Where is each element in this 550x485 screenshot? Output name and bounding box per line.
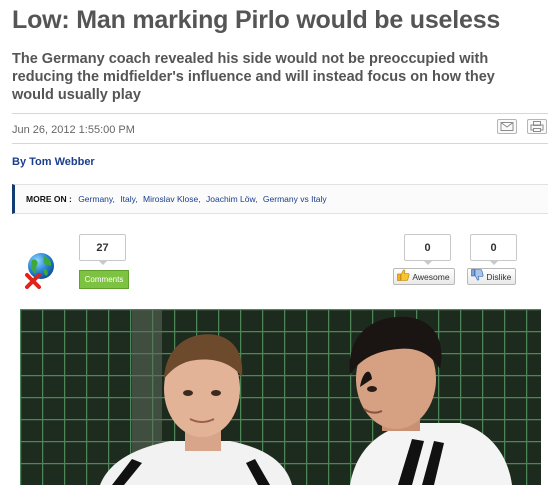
- tag-link-italy[interactable]: Italy: [120, 194, 135, 204]
- awesome-count: 0: [404, 234, 451, 265]
- envelope-icon[interactable]: [497, 119, 517, 134]
- tag-link-miroslav-klose[interactable]: Miroslav Klose: [143, 194, 198, 204]
- article-standfirst: The Germany coach revealed his side woul…: [12, 51, 495, 103]
- more-on-bar: MORE ON : Germany, Italy, Miroslav Klose…: [12, 184, 548, 214]
- article-byline[interactable]: By Tom Webber: [12, 156, 95, 168]
- awesome-label: Awesome: [412, 272, 450, 282]
- article-date: Jun 26, 2012 1:55:00 PM: [12, 124, 135, 136]
- tag-link-germany-vs-italy[interactable]: Germany vs Italy: [263, 194, 327, 204]
- dislike-label: Dislike: [486, 272, 512, 282]
- awesome-button[interactable]: Awesome: [393, 268, 455, 285]
- more-on-label: MORE ON :: [26, 194, 72, 204]
- divider: [12, 143, 548, 144]
- thumbs-down-icon: [471, 269, 484, 286]
- dislike-count: 0: [470, 234, 517, 265]
- printer-icon[interactable]: [527, 119, 547, 134]
- dislike-button[interactable]: Dislike: [467, 268, 517, 286]
- divider: [12, 113, 548, 114]
- tag-link-germany[interactable]: Germany: [78, 194, 112, 204]
- comments-button[interactable]: Comments: [79, 270, 129, 289]
- globe-share-icon[interactable]: [24, 251, 56, 289]
- article-headline: Low: Man marking Pirlo would be useless: [12, 6, 501, 34]
- article-photo: [20, 309, 541, 485]
- tag-link-joachim-low[interactable]: Joachim Löw: [206, 194, 255, 204]
- comments-count: 27: [79, 234, 126, 265]
- thumbs-up-icon: [397, 269, 410, 286]
